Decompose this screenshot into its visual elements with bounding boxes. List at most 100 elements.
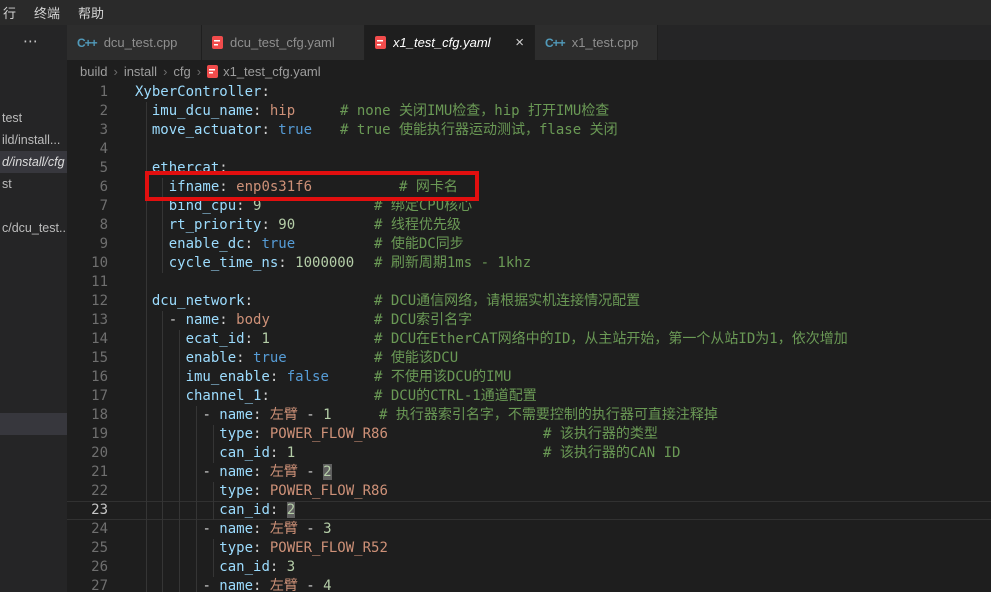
line-number: 18 — [67, 406, 108, 425]
tab-x1-test-cpp[interactable]: C++x1_test.cpp — [535, 25, 658, 60]
code-token: - — [202, 521, 219, 537]
tab-close-icon[interactable]: × — [515, 35, 524, 50]
code-line[interactable]: 7bind_cpu: 9# 绑定CPU核心 — [67, 197, 991, 216]
tab-dcu-test-cpp[interactable]: C++dcu_test.cpp — [67, 25, 202, 60]
line-number: 10 — [67, 254, 108, 273]
code-comment: # 线程优先级 — [374, 216, 461, 235]
code-comment: # DCU在EtherCAT网络中的ID，从主站开始，第一个从站ID为1，依次增… — [374, 330, 848, 349]
code-token: : — [219, 160, 227, 176]
code-token: true — [278, 122, 312, 138]
tab-label: x1_test.cpp — [572, 35, 639, 50]
code-token: : — [253, 464, 270, 480]
code-token: 左臂 — [270, 578, 298, 592]
code-line[interactable]: 15enable: true# 使能该DCU — [67, 349, 991, 368]
code-comment: # 使能DC同步 — [374, 235, 464, 254]
code-line[interactable]: 18- name: 左臂 - 1# 执行器索引名字，不需要控制的执行器可直接注释… — [67, 406, 991, 425]
code-line[interactable]: 8rt_priority: 90# 线程优先级 — [67, 216, 991, 235]
line-number: 26 — [67, 558, 108, 577]
code-comment: # 绑定CPU核心 — [374, 197, 472, 216]
code-line[interactable]: 16imu_enable: false# 不使用该DCU的IMU — [67, 368, 991, 387]
code-token: 9 — [253, 198, 261, 214]
line-content: enable: true# 使能该DCU — [135, 349, 991, 368]
code-line[interactable]: 3move_actuator: true# true 使能执行器运动测试，fla… — [67, 121, 991, 140]
sidebar-item-1[interactable]: ild/install... — [0, 129, 67, 151]
menu-item-terminal[interactable]: 终端 — [25, 0, 69, 25]
code-token: : — [270, 445, 287, 461]
code-token: : — [278, 255, 295, 271]
code-line[interactable]: 5ethercat: — [67, 159, 991, 178]
code-line[interactable]: 17channel_1:# DCU的CTRL-1通道配置 — [67, 387, 991, 406]
code-line[interactable]: 11 — [67, 273, 991, 292]
line-number: 4 — [67, 140, 108, 159]
tab-bar: C++dcu_test.cppdcu_test_cfg.yamlx1_test_… — [67, 25, 991, 60]
code-line[interactable]: 26can_id: 3 — [67, 558, 991, 577]
tab-x1-test-cfg-yaml[interactable]: x1_test_cfg.yaml× — [365, 25, 535, 60]
yaml-file-icon — [212, 36, 223, 49]
code-token: POWER_FLOW_R86 — [270, 426, 388, 442]
code-token: 1 — [323, 407, 331, 423]
line-content: can_id: 1# 该执行器的CAN ID — [135, 444, 991, 463]
line-number: 1 — [67, 83, 108, 102]
line-content: cycle_time_ns: 1000000# 刷新周期1ms - 1khz — [135, 254, 991, 273]
breadcrumb-file[interactable]: x1_test_cfg.yaml — [207, 64, 321, 79]
code-line[interactable]: 9enable_dc: true# 使能DC同步 — [67, 235, 991, 254]
line-number: 19 — [67, 425, 108, 444]
yaml-file-icon — [207, 65, 218, 78]
breadcrumb-item-install[interactable]: install — [124, 64, 157, 79]
breadcrumb-item-build[interactable]: build — [80, 64, 107, 79]
code-token: 1 — [261, 331, 269, 347]
code-line[interactable]: 20can_id: 1# 该执行器的CAN ID — [67, 444, 991, 463]
menu-item-help[interactable]: 帮助 — [69, 0, 113, 25]
code-line[interactable]: 2imu_dcu_name: hip# none 关闭IMU检查，hip 打开I… — [67, 102, 991, 121]
code-line[interactable]: 6ifname: enp0s31f6# 网卡名 — [67, 178, 991, 197]
code-comment: # 执行器索引名字，不需要控制的执行器可直接注释掉 — [379, 406, 718, 425]
code-token: 2 — [323, 464, 331, 480]
code-token: 2 — [287, 502, 295, 518]
sidebar-item-0[interactable]: test — [0, 107, 67, 129]
more-actions-button[interactable]: ⋯ — [23, 32, 39, 50]
sidebar-item-3[interactable]: st — [0, 173, 67, 195]
code-token: imu_enable — [186, 369, 270, 385]
code-line[interactable]: 19type: POWER_FLOW_R86# 该执行器的类型 — [67, 425, 991, 444]
code-token: ethercat — [152, 160, 219, 176]
code-token: : — [270, 559, 287, 575]
code-token: XyberController — [135, 84, 261, 100]
line-number: 21 — [67, 463, 108, 482]
sidebar-highlighted-row[interactable] — [0, 413, 67, 435]
code-line[interactable]: 13- name: body# DCU索引名字 — [67, 311, 991, 330]
line-content: rt_priority: 90# 线程优先级 — [135, 216, 991, 235]
line-content: XyberController: — [135, 83, 991, 102]
code-token: rt_priority — [169, 217, 262, 233]
code-line[interactable]: 12dcu_network:# DCU通信网络，请根据实机连接情况配置 — [67, 292, 991, 311]
line-content: enable_dc: true# 使能DC同步 — [135, 235, 991, 254]
line-number: 2 — [67, 102, 108, 121]
code-token: : — [253, 578, 270, 592]
sidebar-item-2[interactable]: d/install/cfg — [0, 151, 67, 173]
code-line[interactable]: 22type: POWER_FLOW_R86 — [67, 482, 991, 501]
code-line[interactable]: 10 cycle_time_ns: 1000000# 刷新周期1ms - 1khz — [67, 254, 991, 273]
code-comment: # none 关闭IMU检查，hip 打开IMU检查 — [340, 102, 609, 121]
code-line[interactable]: 4 — [67, 140, 991, 159]
code-token: bind_cpu — [169, 198, 236, 214]
code-line[interactable]: 25type: POWER_FLOW_R52 — [67, 539, 991, 558]
code-token: name — [219, 578, 253, 592]
code-token: enp0s31f6 — [236, 179, 312, 195]
code-line[interactable]: 1 XyberController: — [67, 83, 991, 102]
code-line[interactable]: 27- name: 左臂 - 4 — [67, 577, 991, 592]
chevron-right-icon: › — [163, 64, 167, 79]
line-content: - name: 左臂 - 2 — [135, 463, 991, 482]
menu-item-run[interactable]: 行 — [0, 0, 25, 25]
code-line[interactable]: 24- name: 左臂 - 3 — [67, 520, 991, 539]
code-line[interactable]: 23can_id: 2 — [67, 501, 991, 520]
code-comment: # 刷新周期1ms - 1khz — [374, 254, 531, 273]
code-comment: # 使能该DCU — [374, 349, 458, 368]
sidebar-item-4[interactable]: c/dcu_test... — [0, 217, 67, 239]
line-number: 11 — [67, 273, 108, 292]
breadcrumb-item-cfg[interactable]: cfg — [173, 64, 190, 79]
code-line[interactable]: 14ecat_id: 1# DCU在EtherCAT网络中的ID，从主站开始，第… — [67, 330, 991, 349]
tab-dcu-test-cfg-yaml[interactable]: dcu_test_cfg.yaml — [202, 25, 365, 60]
code-editor[interactable]: 1XyberController:2imu_dcu_name: hip# non… — [67, 82, 991, 592]
code-token: : — [253, 521, 270, 537]
code-token: POWER_FLOW_R86 — [270, 483, 388, 499]
code-line[interactable]: 21 - name: 左臂 - 2 — [67, 463, 991, 482]
